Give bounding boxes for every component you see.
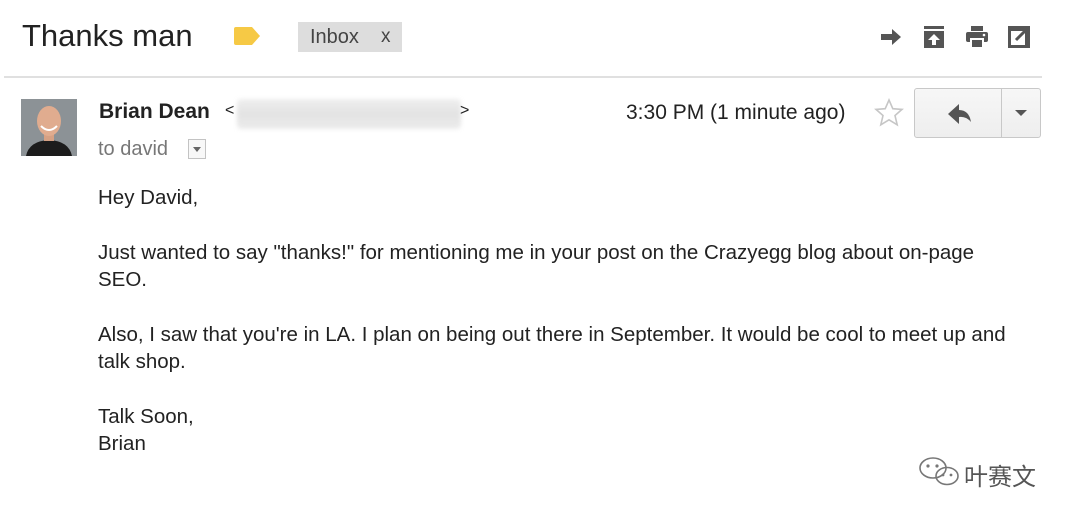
email-subject: Thanks man	[22, 18, 193, 53]
body-paragraph-2: Also, I saw that you're in LA. I plan on…	[98, 322, 1006, 374]
message-body: Hey David, Just wanted to say "thanks!" …	[98, 184, 1018, 458]
sender-email-close-bracket: >	[460, 102, 470, 119]
greeting-line: Hey David,	[98, 186, 199, 209]
watermark: 叶赛文	[918, 455, 1048, 491]
sender-email-open-bracket: <	[225, 102, 235, 119]
reply-arrow-icon	[948, 104, 971, 124]
inbox-label-text: Inbox	[310, 26, 359, 48]
body-paragraph-1: Just wanted to say "thanks!" for mention…	[98, 240, 975, 292]
more-options-button[interactable]	[1002, 89, 1040, 137]
archive-up-icon[interactable]	[922, 25, 946, 49]
closing-line: Talk Soon,	[98, 404, 194, 428]
caret-down-icon	[193, 147, 201, 152]
sender-name: Brian Dean	[99, 100, 210, 123]
reply-button[interactable]	[915, 89, 1001, 137]
chevron-down-icon	[1015, 110, 1027, 116]
signature-line: Brian	[98, 432, 146, 455]
show-details-button[interactable]	[188, 139, 206, 159]
forward-arrow-icon[interactable]	[879, 25, 903, 49]
header-divider	[4, 76, 1042, 78]
message-timestamp: 3:30 PM (1 minute ago)	[626, 101, 846, 124]
label-tag-icon[interactable]	[234, 27, 260, 45]
remove-label-button[interactable]: x	[381, 22, 391, 52]
watermark-text: 叶赛文	[964, 464, 1036, 491]
star-icon[interactable]	[874, 98, 904, 128]
avatar[interactable]	[21, 99, 77, 156]
reply-button-group	[914, 88, 1041, 138]
print-icon[interactable]	[965, 25, 989, 49]
inbox-label-chip: Inbox x	[298, 22, 402, 52]
recipient-line: to david	[98, 138, 169, 160]
open-in-new-window-icon[interactable]	[1007, 25, 1031, 49]
wechat-icon	[919, 457, 959, 486]
sender-email-redacted	[237, 99, 461, 129]
